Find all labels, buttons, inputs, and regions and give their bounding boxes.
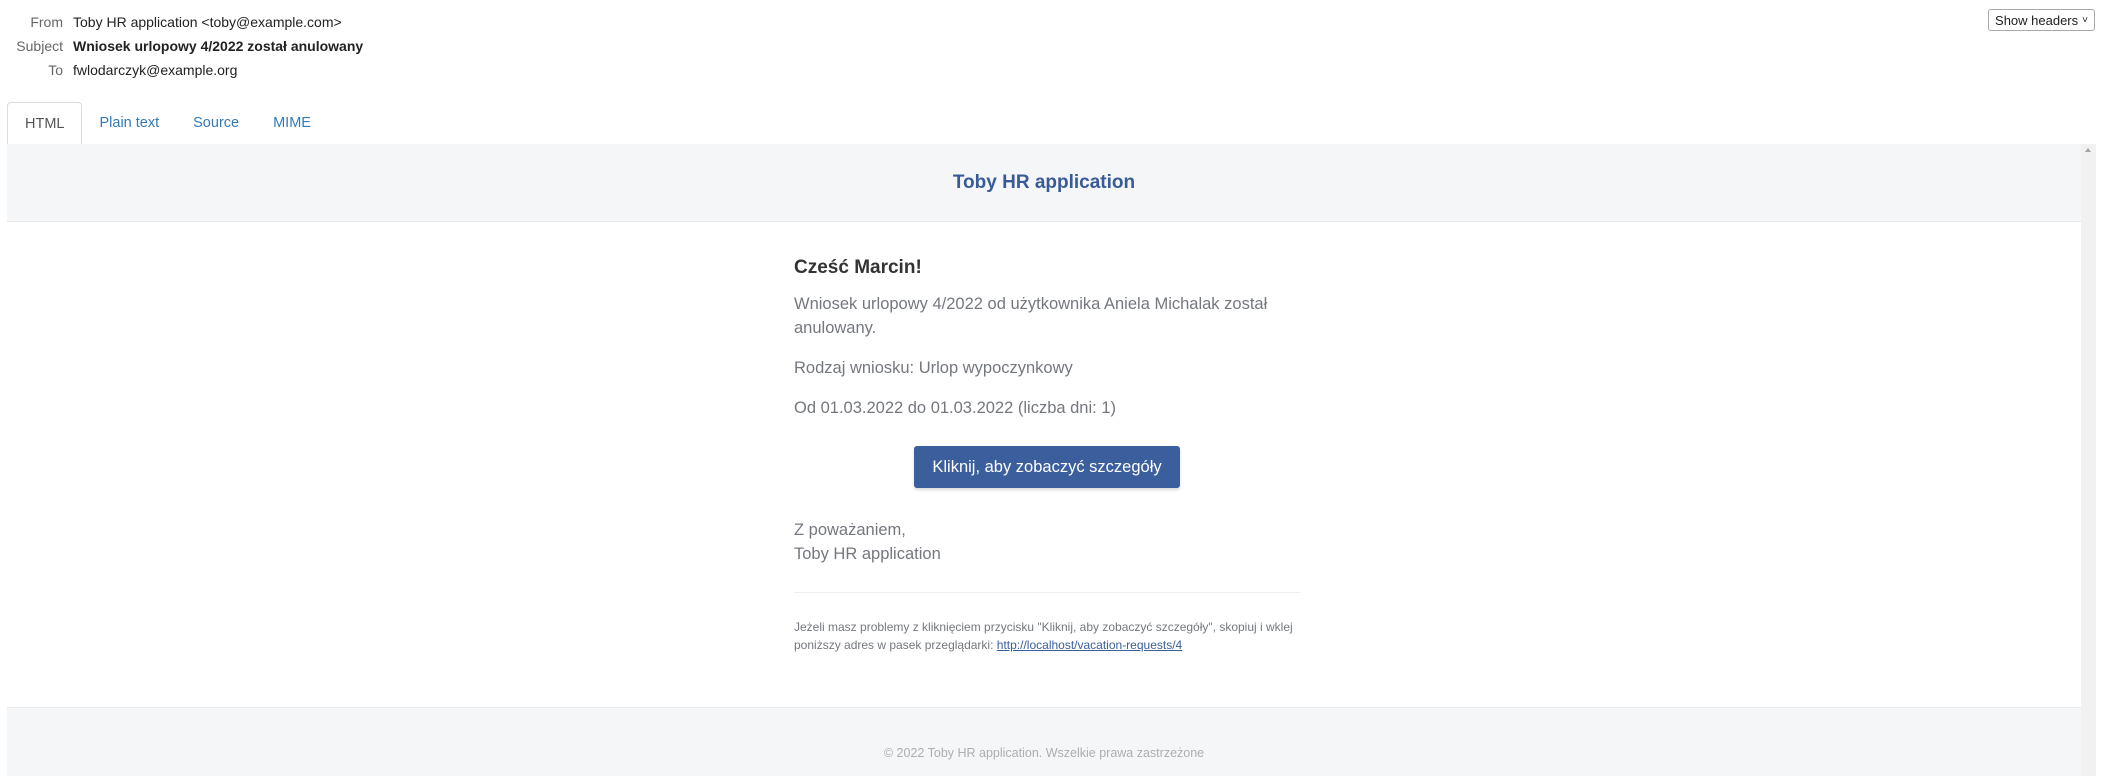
- message-headers: From Toby HR application <toby@example.c…: [0, 10, 363, 82]
- button-wrapper: Kliknij, aby zobaczyć szczegóły: [794, 446, 1300, 488]
- email-brand: Toby HR application: [952, 171, 1136, 193]
- email-header-band: Toby HR application: [7, 144, 2081, 222]
- help-text: Jeżeli masz problemy z kliknięciem przyc…: [794, 618, 1300, 654]
- show-headers-select[interactable]: Show headers ˅: [1988, 9, 2095, 31]
- email-greeting: Cześć Marcin!: [794, 257, 922, 278]
- divider: [794, 592, 1300, 593]
- header-subject-row: Subject Wniosek urlopowy 4/2022 został a…: [0, 34, 363, 58]
- tab-mime[interactable]: MIME: [256, 102, 328, 144]
- subject-value: Wniosek urlopowy 4/2022 został anulowany: [73, 38, 364, 54]
- subject-label: Subject: [16, 38, 63, 54]
- closing-line-1: Z poważaniem,: [794, 521, 906, 539]
- from-label: From: [30, 14, 63, 30]
- from-value: Toby HR application <toby@example.com>: [73, 14, 342, 30]
- tab-plain-text[interactable]: Plain text: [82, 102, 176, 144]
- to-value: fwlodarczyk@example.org: [73, 62, 238, 78]
- email-body: Cześć Marcin! Wniosek urlopowy 4/2022 od…: [794, 257, 1300, 654]
- show-headers-label: Show headers: [1995, 12, 2079, 28]
- frame-scrollbar[interactable]: [2081, 144, 2096, 776]
- copyright-text: © 2022 Toby HR application. Wszelkie pra…: [883, 746, 1205, 760]
- vacation-request-link[interactable]: http://localhost/vacation-requests/4: [997, 638, 1182, 652]
- tab-source[interactable]: Source: [176, 102, 256, 144]
- header-to-row: To fwlodarczyk@example.org: [0, 58, 363, 82]
- header-from-row: From Toby HR application <toby@example.c…: [0, 10, 363, 34]
- to-label: To: [48, 62, 63, 78]
- email-paragraph-type: Rodzaj wniosku: Urlop wypoczynkowy: [794, 359, 1073, 377]
- scroll-up-arrow-icon[interactable]: [2085, 148, 2091, 152]
- view-tabs: HTML Plain text Source MIME: [7, 102, 2096, 145]
- email-preview-frame: Toby HR application Cześć Marcin! Wniose…: [7, 144, 2081, 776]
- email-paragraph-status: Wniosek urlopowy 4/2022 od użytkownika A…: [794, 295, 1268, 337]
- tab-html[interactable]: HTML: [7, 102, 83, 145]
- chevron-down-icon: ˅: [2082, 14, 2088, 26]
- email-paragraph-dates: Od 01.03.2022 do 01.03.2022 (liczba dni:…: [794, 399, 1116, 417]
- view-details-button[interactable]: Kliknij, aby zobaczyć szczegóły: [914, 446, 1180, 488]
- email-footer-band: © 2022 Toby HR application. Wszelkie pra…: [7, 707, 2081, 776]
- closing-line-2: Toby HR application: [794, 545, 941, 563]
